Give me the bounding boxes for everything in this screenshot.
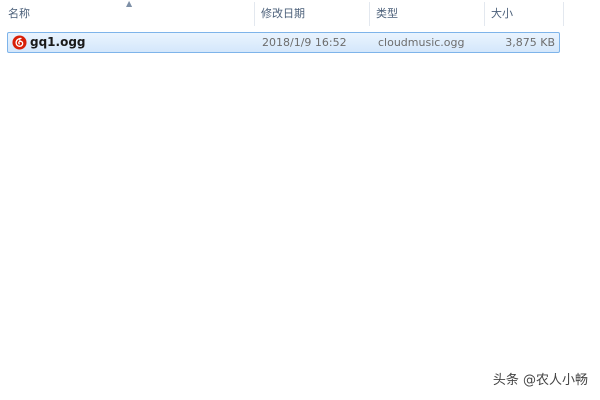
- file-name[interactable]: gq1.ogg: [30, 33, 86, 52]
- column-header-size-label: 大小: [491, 7, 513, 20]
- column-divider[interactable]: [563, 2, 564, 26]
- column-header-size[interactable]: 大小: [485, 0, 563, 28]
- column-header-type-label: 类型: [376, 7, 398, 20]
- column-header-name[interactable]: 名称: [2, 0, 254, 28]
- column-header-name-label: 名称: [8, 7, 30, 20]
- file-modified-date: 2018/1/9 16:52: [262, 36, 347, 49]
- watermark: 头条 @农人小畅: [492, 373, 588, 388]
- file-explorer-window: ▲ 名称 修改日期 类型 大小 gq1.ogg 2018/1/9 16:52 c…: [0, 0, 600, 400]
- file-type: cloudmusic.ogg: [378, 36, 465, 49]
- netease-cloudmusic-icon: [12, 35, 27, 50]
- column-header-bar: ▲ 名称 修改日期 类型 大小: [0, 0, 600, 28]
- column-header-modified[interactable]: 修改日期: [255, 0, 369, 28]
- file-size: 3,875 KB: [505, 36, 555, 49]
- column-header-type[interactable]: 类型: [370, 0, 484, 28]
- file-row-selected[interactable]: gq1.ogg 2018/1/9 16:52 cloudmusic.ogg 3,…: [7, 32, 560, 53]
- column-header-modified-label: 修改日期: [261, 7, 305, 20]
